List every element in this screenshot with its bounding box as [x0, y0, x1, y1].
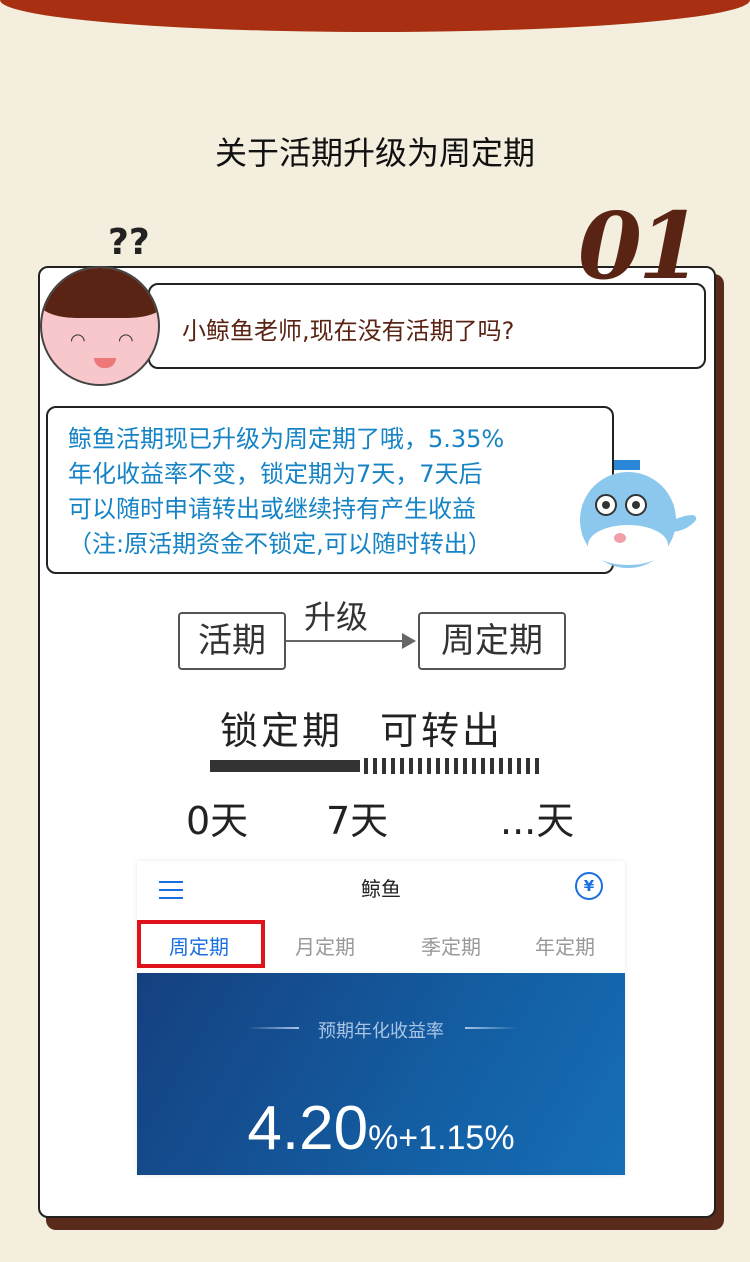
hair	[42, 268, 158, 318]
tab-quarterly[interactable]: 季定期	[391, 931, 511, 960]
flow-action-label: 升级	[304, 598, 369, 636]
withdraw-label: 可转出	[380, 709, 504, 753]
question-bubble: 小鲸鱼老师,现在没有活期了吗?	[148, 283, 706, 369]
girl-avatar: ◠ ◠	[40, 266, 160, 386]
answer-line: 鲸鱼活期现已升级为周定期了哦，5.35%	[68, 425, 505, 453]
rate-banner: 预期年化收益率 4.20%+1.15%	[137, 973, 625, 1175]
locked-label: 锁定期	[220, 709, 344, 753]
tab-yearly[interactable]: 年定期	[505, 931, 625, 960]
answer-bubble: 鲸鱼活期现已升级为周定期了哦，5.35% 年化收益率不变，锁定期为7天，7天后 …	[46, 406, 614, 574]
day-label: 0天	[186, 799, 249, 843]
tab-monthly[interactable]: 月定期	[265, 931, 385, 960]
locked-bar	[210, 760, 360, 772]
whale-mascot-icon	[580, 460, 697, 568]
answer-line: （注:原活期资金不锁定,可以随时转出）	[68, 530, 492, 558]
flow-from-box: 活期	[178, 612, 286, 670]
app-title: 鲸鱼	[361, 877, 401, 901]
app-screenshot: 鲸鱼 ¥ 周定期 月定期 季定期 年定期 预期年化收益率 4.20%+1.15%	[137, 861, 625, 1175]
flow-arrow	[286, 640, 408, 642]
question-marks: ??	[108, 222, 150, 263]
arrow-head-icon	[402, 633, 416, 649]
yen-circle-icon[interactable]: ¥	[575, 872, 603, 900]
divider	[465, 1027, 517, 1029]
answer-line: 年化收益率不变，锁定期为7天，7天后	[68, 460, 483, 488]
question-text: 小鲸鱼老师,现在没有活期了吗?	[182, 317, 515, 345]
flow-to-box: 周定期	[418, 612, 566, 670]
rate-label: 预期年化收益率	[318, 1021, 444, 1042]
header-arc	[0, 0, 750, 32]
rate-base: 4.20	[247, 1094, 369, 1163]
mouth	[94, 358, 116, 368]
day-label: ...天	[500, 799, 575, 843]
eye-icon: ◠	[118, 330, 134, 351]
eye-icon: ◠	[70, 330, 86, 351]
rate-bonus: %+1.15%	[368, 1119, 515, 1157]
day-label: 7天	[326, 799, 389, 843]
withdraw-bar	[364, 758, 544, 774]
page-title: 关于活期升级为周定期	[214, 134, 535, 172]
answer-line: 可以随时申请转出或继续持有产生收益	[68, 495, 476, 523]
highlight-box	[137, 920, 265, 968]
rate-value: 4.20%+1.15%	[137, 1093, 625, 1164]
